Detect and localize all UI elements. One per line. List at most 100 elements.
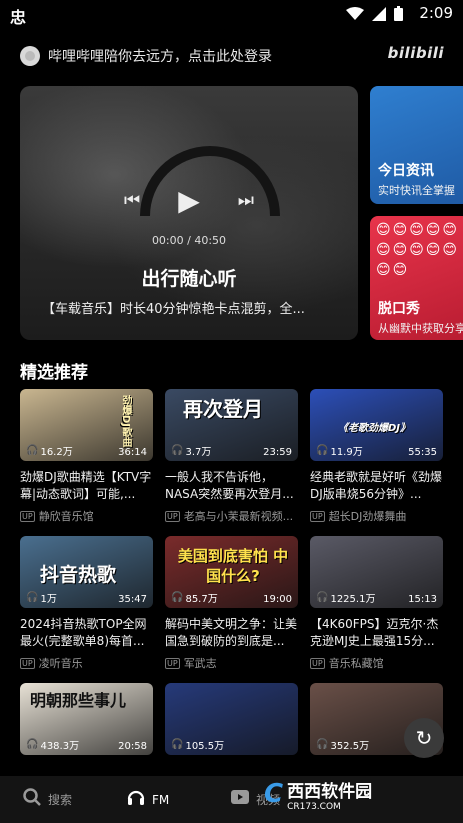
headphones-icon: 🎧 bbox=[316, 592, 329, 603]
thumbnail-overlay-text: 劲爆DJ歌曲 bbox=[120, 395, 131, 448]
play-count-value: 105.5万 bbox=[185, 741, 225, 752]
thumbnail-overlay-text: 再次登月 bbox=[183, 397, 263, 421]
watermark-name: 西西软件园 bbox=[287, 781, 373, 802]
bilibili-logo: bilibili bbox=[387, 44, 444, 62]
headphones-icon: 🎧 bbox=[171, 445, 184, 456]
video-icon bbox=[230, 789, 250, 810]
duration: 20:58 bbox=[118, 741, 147, 752]
video-title[interactable]: 【4K60FPS】迈克尔·杰克逊MJ史上最强15分... bbox=[310, 616, 443, 650]
uploader[interactable]: UP 超长DJ劲爆舞曲 bbox=[310, 508, 443, 524]
talkshow-card-title: 脱口秀 bbox=[378, 301, 420, 317]
thumbnail-overlay-text: 《老歌劲爆DJ》 bbox=[338, 423, 411, 434]
signal-icon bbox=[372, 6, 386, 25]
duration: 55:35 bbox=[408, 447, 437, 458]
video-title[interactable]: 一般人我不告诉他，NASA突然要再次登月... bbox=[165, 469, 298, 503]
headphones-icon: 🎧 bbox=[26, 592, 39, 603]
video-thumbnail[interactable]: 劲爆DJ歌曲 🎧 16.2万 36:14 bbox=[20, 389, 153, 461]
video-title[interactable]: 经典老歌就是好听《劲爆DJ版串烧56分钟》... bbox=[310, 469, 443, 503]
player-controls: ⏮ ▶ ⏭ bbox=[20, 184, 358, 217]
news-card[interactable]: 今日资讯 实时快讯全掌握 bbox=[370, 86, 463, 204]
hero-player-card[interactable]: ⏮ ▶ ⏭ 00:00 / 40:50 出行随心听 【车载音乐】时长40分钟惊艳… bbox=[20, 86, 358, 340]
video-card[interactable]: 🎧 105.5万 bbox=[165, 683, 298, 755]
headphones-icon: 🎧 bbox=[171, 592, 184, 603]
refresh-icon: ↻ bbox=[415, 726, 433, 750]
play-count: 🎧 438.3万 bbox=[26, 737, 79, 752]
hero-subtitle: 【车载音乐】时长40分钟惊艳卡点混剪，全... bbox=[42, 302, 305, 317]
video-thumbnail[interactable]: 明朝那些事儿 🎧 438.3万 20:58 bbox=[20, 683, 153, 755]
video-title[interactable]: 2024抖音热歌TOP全网最火(完整歌单8)每首... bbox=[20, 616, 153, 650]
video-thumbnail[interactable]: 🎧 1225.1万 15:13 bbox=[310, 536, 443, 608]
play-count: 🎧 85.7万 bbox=[171, 590, 218, 605]
video-card[interactable]: 明朝那些事儿 🎧 438.3万 20:58 bbox=[20, 683, 153, 755]
video-thumbnail[interactable]: 抖音热歌 🎧 1万 35:47 bbox=[20, 536, 153, 608]
play-count-value: 3.7万 bbox=[185, 447, 212, 458]
video-card[interactable]: 《老歌劲爆DJ》 🎧 11.9万 55:35 经典老歌就是好听《劲爆DJ版串烧56… bbox=[310, 389, 443, 524]
avatar[interactable] bbox=[20, 46, 40, 66]
refresh-button[interactable]: ↻ bbox=[404, 718, 444, 758]
watermark-url: CR173.COM bbox=[287, 801, 341, 812]
playback-time: 00:00 / 40:50 bbox=[151, 234, 227, 247]
uploader[interactable]: UP 音乐私藏馆 bbox=[310, 655, 443, 671]
headphones-icon: 🎧 bbox=[171, 739, 184, 750]
duration: 36:14 bbox=[118, 447, 147, 458]
hero-title: 出行随心听 bbox=[141, 268, 237, 290]
video-card[interactable]: 抖音热歌 🎧 1万 35:47 2024抖音热歌TOP全网最火(完整歌单8)每首.… bbox=[20, 536, 153, 671]
nav-item-search[interactable]: 搜索 bbox=[22, 787, 104, 812]
play-count-value: 352.5万 bbox=[330, 741, 370, 752]
thumbnail-overlay-text: 美国到底害怕 中国什么? bbox=[177, 547, 289, 585]
headphones-icon bbox=[126, 787, 146, 812]
search-icon bbox=[22, 787, 42, 812]
news-card-title: 今日资讯 bbox=[378, 163, 434, 179]
video-title[interactable]: 解码中美文明之争：让美国急到破防的到底是... bbox=[165, 616, 298, 650]
play-icon[interactable]: ▶ bbox=[178, 184, 200, 217]
up-badge-icon: UP bbox=[310, 657, 325, 669]
uploader-name: 老高与小茉最新视频... bbox=[183, 510, 294, 523]
video-card[interactable]: 劲爆DJ歌曲 🎧 16.2万 36:14 劲爆DJ歌曲精选【KTV字幕|动态歌词】… bbox=[20, 389, 153, 524]
talkshow-card[interactable]: 😊😊😊😊😊😊😊😊😊😊😊😊 脱口秀 从幽默中获取分享 bbox=[370, 216, 463, 340]
play-count-value: 1225.1万 bbox=[330, 594, 376, 605]
video-title[interactable]: 劲爆DJ歌曲精选【KTV字幕|动态歌词】可能,... bbox=[20, 469, 153, 503]
duration: 23:59 bbox=[263, 447, 292, 458]
play-count-value: 85.7万 bbox=[185, 594, 218, 605]
previous-icon[interactable]: ⏮ bbox=[124, 190, 140, 211]
play-count: 🎧 105.5万 bbox=[171, 737, 224, 752]
nav-label: FM bbox=[152, 792, 170, 807]
talkshow-card-subtitle: 从幽默中获取分享 bbox=[378, 322, 463, 335]
play-count: 🎧 352.5万 bbox=[316, 737, 369, 752]
headphones-icon: 🎧 bbox=[316, 739, 329, 750]
next-icon[interactable]: ⏭ bbox=[238, 190, 254, 211]
play-count: 🎧 1225.1万 bbox=[316, 590, 375, 605]
video-card[interactable]: 🎧 1225.1万 15:13 【4K60FPS】迈克尔·杰克逊MJ史上最强15分… bbox=[310, 536, 443, 671]
emoji-pattern: 😊😊😊😊😊😊😊😊😊😊😊😊 bbox=[376, 222, 459, 278]
nav-item-fm[interactable]: FM bbox=[126, 787, 208, 812]
up-badge-icon: UP bbox=[20, 657, 35, 669]
battery-icon bbox=[394, 6, 403, 25]
login-bar[interactable]: 哔哩哔哩陪你去远方，点击此处登录 bilibili bbox=[20, 44, 450, 68]
headphones-icon: 🎧 bbox=[316, 445, 329, 456]
app-notification-icon: 忠 bbox=[10, 8, 27, 27]
play-count-value: 11.9万 bbox=[330, 447, 363, 458]
uploader[interactable]: UP 凌听音乐 bbox=[20, 655, 153, 671]
play-count-value: 1万 bbox=[40, 594, 57, 605]
video-thumbnail[interactable]: 🎧 105.5万 bbox=[165, 683, 298, 755]
duration: 35:47 bbox=[118, 594, 147, 605]
video-thumbnail[interactable]: 美国到底害怕 中国什么? 🎧 85.7万 19:00 bbox=[165, 536, 298, 608]
play-count: 🎧 11.9万 bbox=[316, 443, 363, 458]
system-icons bbox=[346, 6, 403, 25]
thumbnail-overlay-text: 明朝那些事儿 bbox=[30, 691, 127, 710]
video-card[interactable]: 再次登月 🎧 3.7万 23:59 一般人我不告诉他，NASA突然要再次登月...… bbox=[165, 389, 298, 524]
play-count: 🎧 16.2万 bbox=[26, 443, 73, 458]
video-card[interactable]: 美国到底害怕 中国什么? 🎧 85.7万 19:00 解码中美文明之争：让美国急到… bbox=[165, 536, 298, 671]
uploader-name: 超长DJ劲爆舞曲 bbox=[328, 510, 407, 523]
play-count: 🎧 3.7万 bbox=[171, 443, 211, 458]
play-count: 🎧 1万 bbox=[26, 590, 57, 605]
uploader[interactable]: UP 军武志 bbox=[165, 655, 298, 671]
headphones-icon: 🎧 bbox=[26, 739, 39, 750]
video-thumbnail[interactable]: 再次登月 🎧 3.7万 23:59 bbox=[165, 389, 298, 461]
up-badge-icon: UP bbox=[20, 510, 35, 522]
uploader[interactable]: UP 老高与小茉最新视频... bbox=[165, 508, 298, 524]
video-thumbnail[interactable]: 《老歌劲爆DJ》 🎧 11.9万 55:35 bbox=[310, 389, 443, 461]
news-card-subtitle: 实时快讯全掌握 bbox=[378, 184, 455, 197]
uploader[interactable]: UP 静欣音乐馆 bbox=[20, 508, 153, 524]
login-prompt[interactable]: 哔哩哔哩陪你去远方，点击此处登录 bbox=[48, 46, 272, 66]
